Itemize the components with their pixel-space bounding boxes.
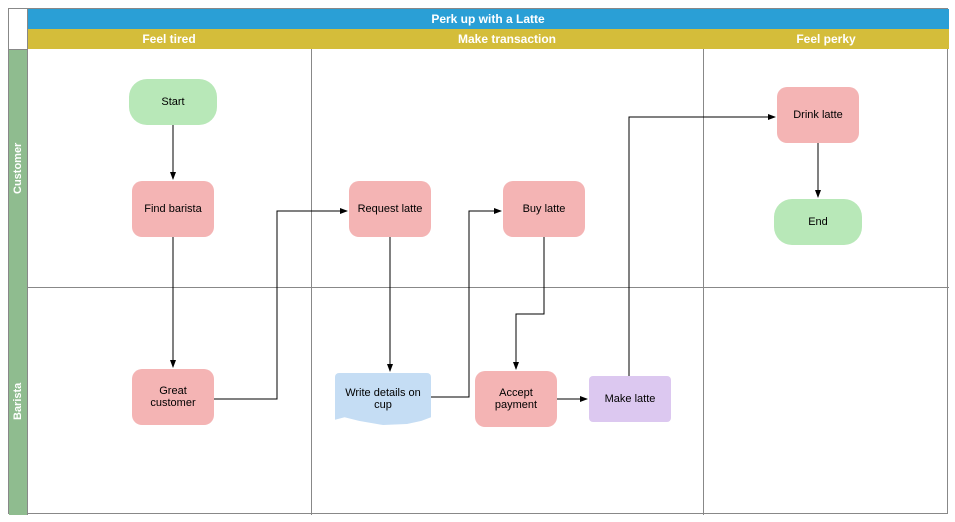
request-latte-node[interactable]: Request latte <box>349 181 431 237</box>
pool-corner <box>9 49 27 50</box>
phase-divider-1 <box>311 49 312 515</box>
end-node[interactable]: End <box>774 199 862 245</box>
phase-header-3: Feel perky <box>703 29 949 49</box>
write-details-node[interactable]: Write details on cup <box>335 373 431 425</box>
phase-header-2: Make transaction <box>311 29 703 49</box>
phase-header-1: Feel tired <box>27 29 311 49</box>
start-node[interactable]: Start <box>129 79 217 125</box>
make-latte-node[interactable]: Make latte <box>589 376 671 422</box>
drink-latte-node[interactable]: Drink latte <box>777 87 859 143</box>
lane-label-barista: Barista <box>9 287 27 515</box>
accept-payment-node[interactable]: Accept payment <box>475 371 557 427</box>
pool-left-edge <box>27 9 28 515</box>
lane-label-customer: Customer <box>9 49 27 287</box>
diagram-title: Perk up with a Latte <box>27 9 949 29</box>
phase-divider-2 <box>703 49 704 515</box>
lane-divider <box>27 287 949 288</box>
find-barista-node[interactable]: Find barista <box>132 181 214 237</box>
swimlane-diagram: Perk up with a Latte Feel tired Make tra… <box>8 8 948 514</box>
greet-customer-node[interactable]: Great customer <box>132 369 214 425</box>
buy-latte-node[interactable]: Buy latte <box>503 181 585 237</box>
